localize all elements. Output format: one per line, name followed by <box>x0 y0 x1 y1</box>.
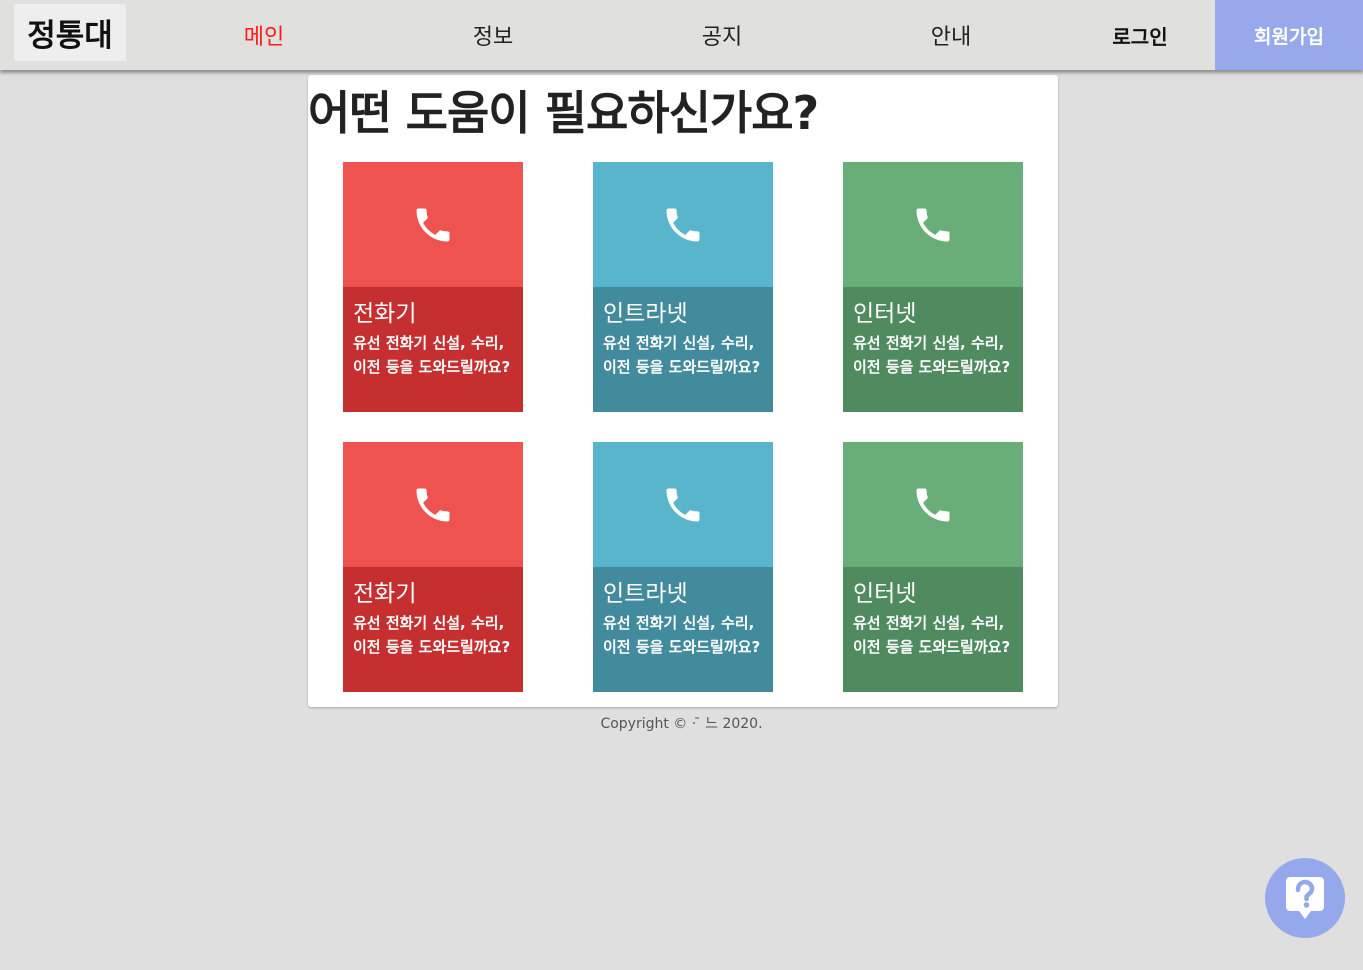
phone-icon <box>916 208 950 241</box>
service-card-intranet[interactable]: 인트라넷 유선 전화기 신설, 수리, 이전 등을 도와드릴까요? <box>593 162 773 412</box>
card-description: 유선 전화기 신설, 수리, 이전 등을 도와드릴까요? <box>353 334 511 376</box>
card-icon-area <box>593 442 773 567</box>
card-description: 유선 전화기 신설, 수리, 이전 등을 도와드릴까요? <box>853 614 1011 656</box>
main-panel: 어떤 도움이 필요하신가요? 전화기 유선 전화기 신설, 수리, 이전 등을 … <box>308 75 1058 707</box>
service-card-phone[interactable]: 전화기 유선 전화기 신설, 수리, 이전 등을 도와드릴까요? <box>343 442 523 692</box>
card-text-area: 인터넷 유선 전화기 신설, 수리, 이전 등을 도와드릴까요? <box>843 567 1023 692</box>
nav-link-main[interactable]: 메인 <box>204 0 324 70</box>
card-description: 유선 전화기 신설, 수리, 이전 등을 도와드릴까요? <box>603 334 761 376</box>
phone-icon <box>416 208 450 241</box>
top-navbar: 정통대 메인 정보 공지 안내 로그인 회원가입 <box>0 0 1363 70</box>
help-button[interactable] <box>1265 858 1345 938</box>
service-card-internet[interactable]: 인터넷 유선 전화기 신설, 수리, 이전 등을 도와드릴까요? <box>843 442 1023 692</box>
card-text-area: 전화기 유선 전화기 신설, 수리, 이전 등을 도와드릴까요? <box>343 287 523 412</box>
phone-icon <box>666 208 700 241</box>
phone-icon <box>416 488 450 521</box>
card-title: 인트라넷 <box>603 581 688 607</box>
card-icon-area <box>843 442 1023 567</box>
card-text-area: 인트라넷 유선 전화기 신설, 수리, 이전 등을 도와드릴까요? <box>593 287 773 412</box>
card-icon-area <box>843 162 1023 287</box>
help-question-icon <box>1286 877 1324 919</box>
phone-icon <box>666 488 700 521</box>
login-link[interactable]: 로그인 <box>1080 0 1200 70</box>
page-title: 어떤 도움이 필요하신가요? <box>308 86 819 140</box>
card-text-area: 인터넷 유선 전화기 신설, 수리, 이전 등을 도와드릴까요? <box>843 287 1023 412</box>
card-description: 유선 전화기 신설, 수리, 이전 등을 도와드릴까요? <box>353 614 511 656</box>
phone-icon <box>916 488 950 521</box>
card-description: 유선 전화기 신설, 수리, 이전 등을 도와드릴까요? <box>603 614 761 656</box>
card-title: 인터넷 <box>853 301 917 327</box>
nav-link-info[interactable]: 정보 <box>433 0 553 70</box>
card-icon-area <box>593 162 773 287</box>
service-card-phone[interactable]: 전화기 유선 전화기 신설, 수리, 이전 등을 도와드릴까요? <box>343 162 523 412</box>
card-title: 인터넷 <box>853 581 917 607</box>
card-title: 인트라넷 <box>603 301 688 327</box>
card-text-area: 전화기 유선 전화기 신설, 수리, 이전 등을 도와드릴까요? <box>343 567 523 692</box>
site-logo[interactable]: 정통대 <box>14 4 126 61</box>
signup-button[interactable]: 회원가입 <box>1215 0 1363 70</box>
card-title: 전화기 <box>353 581 417 607</box>
footer-copyright: Copyright © · ̄ 느 2020. <box>600 716 763 732</box>
nav-link-guide[interactable]: 안내 <box>891 0 1011 70</box>
card-title: 전화기 <box>353 301 417 327</box>
card-description: 유선 전화기 신설, 수리, 이전 등을 도와드릴까요? <box>853 334 1011 376</box>
card-icon-area <box>343 442 523 567</box>
service-card-intranet[interactable]: 인트라넷 유선 전화기 신설, 수리, 이전 등을 도와드릴까요? <box>593 442 773 692</box>
nav-link-notice[interactable]: 공지 <box>662 0 782 70</box>
card-text-area: 인트라넷 유선 전화기 신설, 수리, 이전 등을 도와드릴까요? <box>593 567 773 692</box>
service-card-internet[interactable]: 인터넷 유선 전화기 신설, 수리, 이전 등을 도와드릴까요? <box>843 162 1023 412</box>
card-icon-area <box>343 162 523 287</box>
